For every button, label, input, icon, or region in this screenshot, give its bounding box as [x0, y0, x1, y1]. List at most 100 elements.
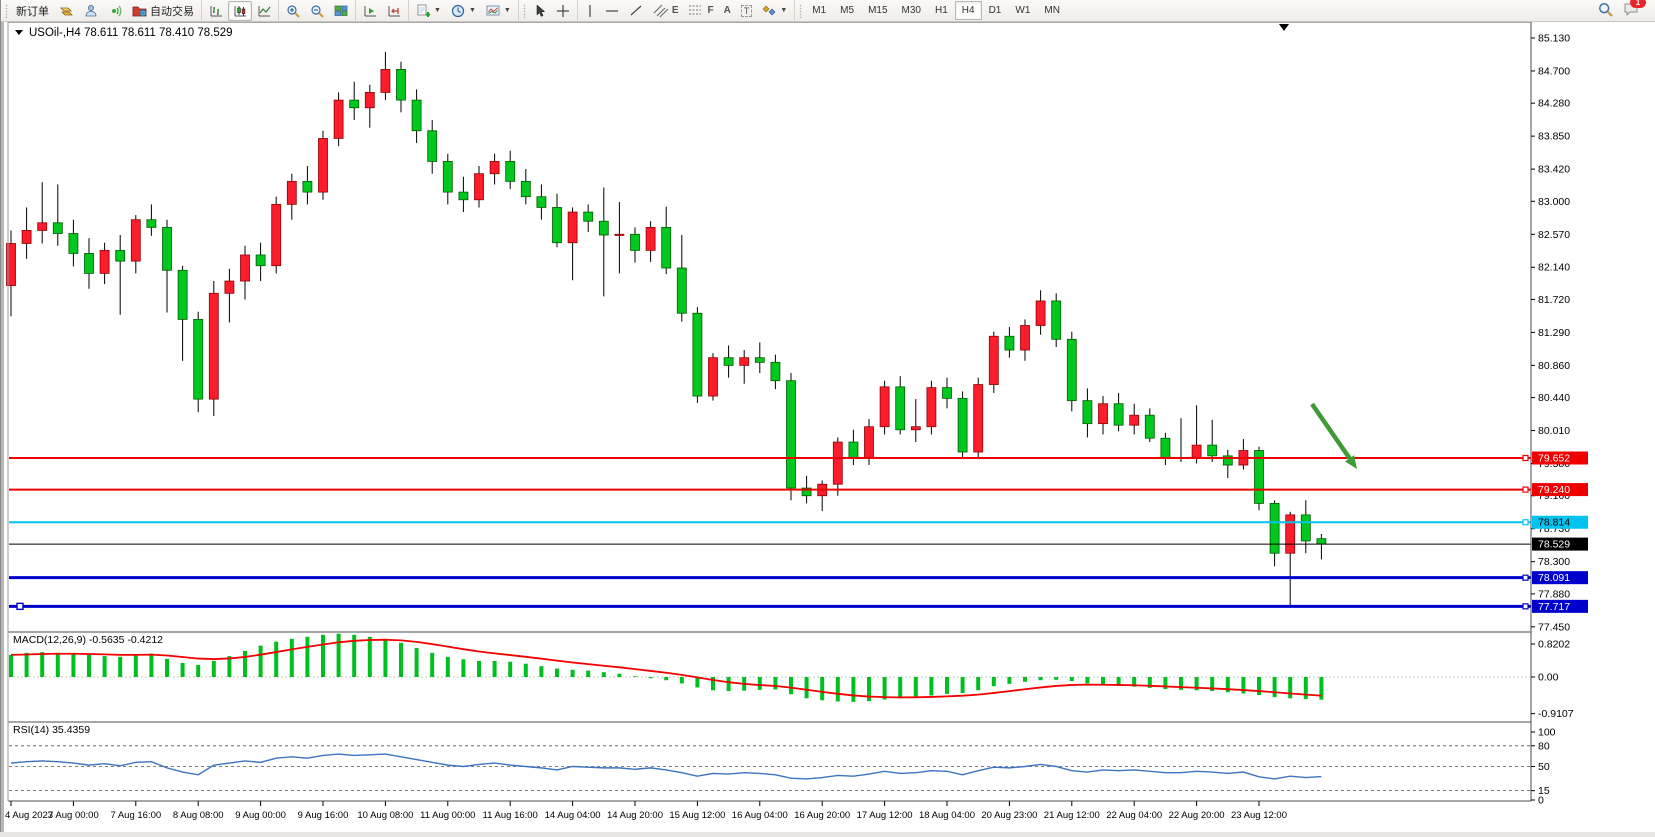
channel-icon — [653, 4, 669, 18]
vertical-line-tool-button[interactable] — [580, 1, 600, 21]
price-axis-label: 80.860 — [1538, 360, 1570, 372]
horizontal-line-tool-button[interactable] — [600, 1, 624, 21]
candle-body — [865, 427, 874, 458]
rsi-axis-label: 80 — [1538, 740, 1550, 752]
candle-body — [709, 358, 718, 396]
time-axis-label: 16 Aug 04:00 — [732, 810, 788, 821]
candle-body — [397, 69, 406, 100]
text-label-tool-button-letter: T — [741, 5, 753, 17]
dropdown-caret-icon[interactable]: ▼ — [434, 7, 441, 14]
gold-bars-icon — [59, 4, 74, 17]
timeframe-button-h1[interactable]: H1 — [928, 1, 955, 20]
timeframe-button-mn[interactable]: MN — [1037, 1, 1067, 20]
candle-body — [584, 212, 593, 221]
candle-body — [974, 385, 983, 452]
toolbar-grip-handle[interactable] — [798, 4, 803, 18]
zoom-out-button[interactable] — [305, 1, 329, 21]
candle-body — [787, 381, 796, 488]
timeframe-button-w1[interactable]: W1 — [1008, 1, 1037, 20]
timeframe-button-m5[interactable]: M5 — [833, 1, 861, 20]
hline-handle[interactable] — [17, 603, 23, 609]
time-axis-label: 9 Aug 00:00 — [235, 810, 286, 821]
chart-shift-button[interactable] — [382, 1, 406, 21]
time-axis-label: 21 Aug 12:00 — [1044, 810, 1100, 821]
dropdown-caret-icon[interactable]: ▼ — [469, 7, 476, 14]
candle-body — [475, 174, 484, 200]
chart-title: USOil-,H4 78.611 78.611 78.410 78.529 — [15, 27, 233, 39]
arrows-tool-button[interactable]: ▼ — [757, 1, 792, 21]
window-edge — [1, 21, 4, 832]
candle-body — [989, 336, 998, 384]
time-axis-label: 4 Aug 2023 — [5, 810, 53, 821]
candle-body — [334, 100, 343, 138]
candle-body — [911, 427, 920, 430]
tile-windows-button[interactable] — [329, 1, 353, 21]
candle-body — [225, 281, 234, 293]
new-order-button[interactable]: 新订单 — [11, 1, 54, 21]
hline-price-tag-text: 78.091 — [1538, 572, 1570, 584]
autotrading-button[interactable]: 自动交易 — [127, 1, 199, 21]
candle-body — [740, 358, 749, 366]
chart-canvas[interactable]: 85.13084.70084.28083.85083.42083.00082.5… — [1, 21, 1655, 832]
toolbar-grip-handle[interactable] — [4, 4, 9, 18]
community-button[interactable] — [79, 1, 103, 21]
dropdown-caret-icon[interactable]: ▼ — [780, 7, 787, 14]
timeframe-button-m1[interactable]: M1 — [805, 1, 833, 20]
candle-body — [568, 212, 577, 243]
candle-body — [1301, 515, 1310, 541]
candle-body — [147, 220, 156, 228]
hline-handle[interactable] — [1523, 455, 1528, 460]
zoom-in-button[interactable] — [281, 1, 305, 21]
candle-body — [849, 442, 858, 457]
time-axis-label: 10 Aug 08:00 — [357, 810, 413, 821]
hline-handle[interactable] — [1523, 575, 1528, 580]
auto-scroll-button[interactable] — [358, 1, 382, 21]
equidistant-channel-tool-button[interactable]: E — [648, 1, 684, 21]
periods-button[interactable]: ▼ — [446, 1, 481, 21]
hline-handle[interactable] — [1523, 604, 1528, 609]
toolbar-section: ▼ ▼ ▼ — [408, 0, 518, 21]
notification-badge: 1 — [1630, 0, 1646, 8]
price-axis-label: 82.140 — [1538, 262, 1570, 274]
dropdown-caret-icon[interactable]: ▼ — [504, 7, 511, 14]
timeframe-button-h4[interactable]: H4 — [955, 1, 982, 20]
candle-body — [350, 100, 359, 108]
signals-button[interactable] — [103, 1, 127, 21]
time-axis-label: 8 Aug 08:00 — [173, 810, 224, 821]
fibo-icon — [688, 4, 704, 18]
bar-chart-mode-button[interactable] — [204, 1, 228, 21]
toolbar-grip-handle[interactable] — [522, 4, 527, 18]
timeframe-button-m30[interactable]: M30 — [895, 1, 928, 20]
notifications-button[interactable]: 1 — [1623, 2, 1639, 19]
line-chart-mode-button[interactable] — [252, 1, 276, 21]
hline-handle[interactable] — [1523, 487, 1528, 492]
person-cloud-icon — [84, 4, 98, 17]
toolbar-section: E FAT ▼ — [577, 0, 794, 21]
candlestick-mode-button[interactable] — [228, 1, 252, 21]
timeframe-button-m15[interactable]: M15 — [861, 1, 894, 20]
fibonacci-tool-button-letter: F — [707, 5, 713, 16]
time-axis-label: 17 Aug 12:00 — [857, 810, 913, 821]
price-axis-label: 85.130 — [1538, 33, 1570, 45]
toolbar-section — [278, 0, 355, 21]
fibonacci-tool-button[interactable]: F — [683, 1, 718, 21]
crosshair-tool-button[interactable] — [551, 1, 575, 21]
trendline-tool-button[interactable] — [624, 1, 648, 21]
add-indicator-button[interactable]: ▼ — [411, 1, 446, 21]
cursor-tool-button[interactable] — [529, 1, 551, 21]
candle-body — [833, 442, 842, 484]
search-icon[interactable] — [1598, 2, 1613, 20]
price-axis-label: 78.300 — [1538, 556, 1570, 568]
candle-body — [958, 398, 967, 452]
candle-body — [1036, 301, 1045, 326]
hline-handle[interactable] — [1523, 520, 1528, 525]
timeframe-button-d1[interactable]: D1 — [982, 1, 1009, 20]
price-axis-label: 84.280 — [1538, 98, 1570, 110]
text-label-tool-button[interactable]: T — [736, 1, 758, 21]
text-tool-button[interactable]: A — [719, 1, 736, 21]
market-watch-button[interactable] — [54, 1, 79, 21]
candle-body — [1005, 336, 1014, 350]
autotrade-folder-icon — [132, 4, 147, 17]
hline-price-tag-text: 79.240 — [1538, 484, 1570, 496]
templates-button[interactable]: ▼ — [481, 1, 516, 21]
